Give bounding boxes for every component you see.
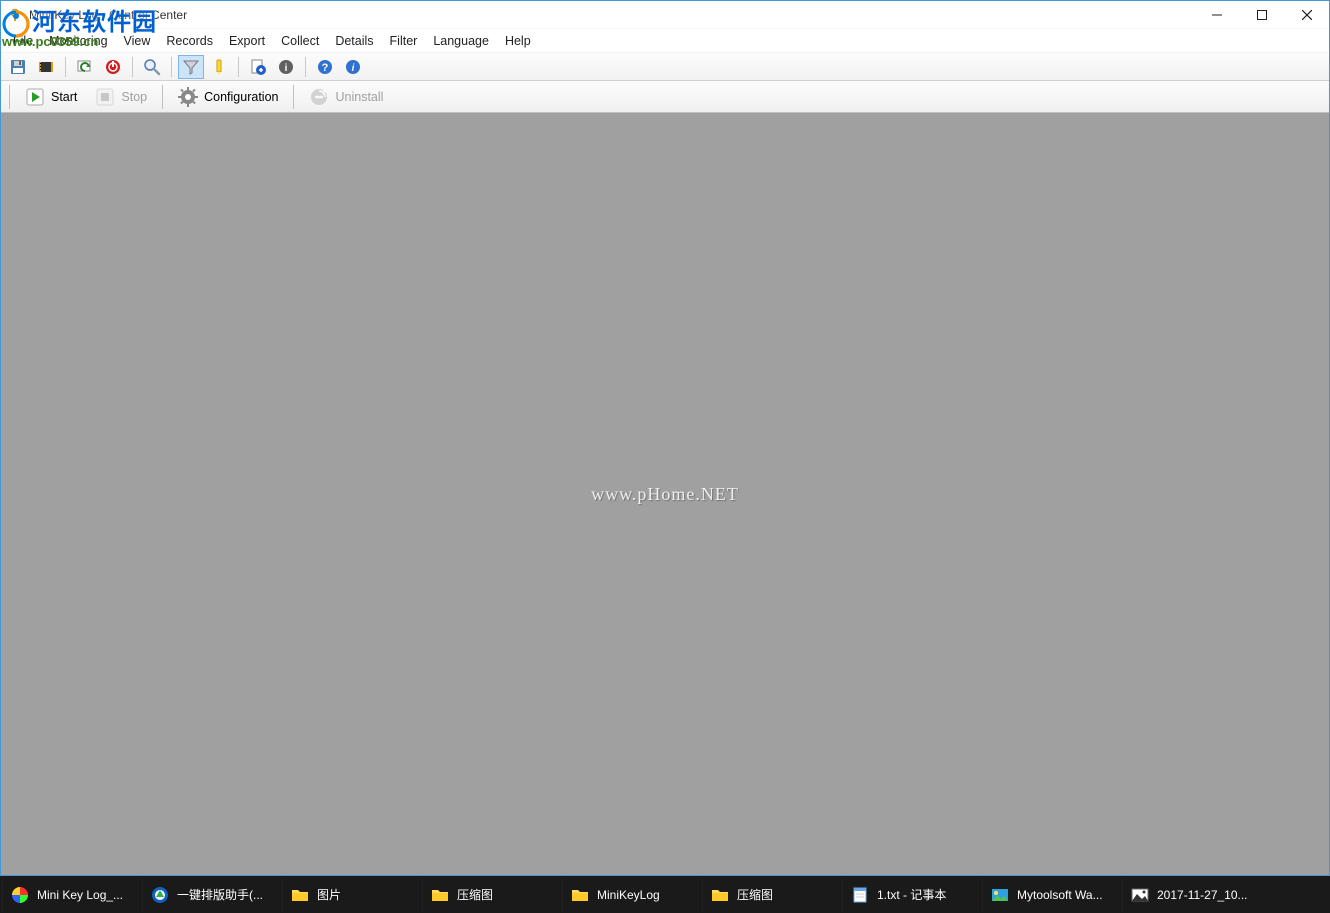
toolbar-separator [305, 57, 306, 77]
refresh-icon[interactable] [72, 55, 98, 79]
help-icon[interactable]: ? [312, 55, 338, 79]
icon-toolbar: i ? i [1, 53, 1329, 81]
stop-button[interactable]: Stop [88, 84, 154, 110]
taskbar-item[interactable]: 1.txt - 记事本 [842, 878, 982, 911]
photo-icon [1131, 886, 1149, 904]
menu-language[interactable]: Language [425, 31, 497, 51]
stop-label: Stop [121, 90, 147, 104]
toolbar-separator [162, 85, 163, 109]
menu-view[interactable]: View [116, 31, 159, 51]
save-icon[interactable] [5, 55, 31, 79]
close-button[interactable] [1284, 1, 1329, 28]
configuration-button[interactable]: Configuration [171, 84, 285, 110]
minimize-button[interactable] [1194, 1, 1239, 28]
configuration-label: Configuration [204, 90, 278, 104]
uninstall-button[interactable]: Uninstall [302, 84, 390, 110]
document-arrow-icon[interactable] [245, 55, 271, 79]
content-watermark: www.pHome.NET [591, 484, 739, 505]
taskbar-item[interactable]: 2017-11-27_10... [1122, 878, 1262, 911]
menu-collect[interactable]: Collect [273, 31, 327, 51]
folder-icon [291, 886, 309, 904]
taskbar-label: 1.txt - 记事本 [877, 886, 946, 903]
taskbar-item[interactable]: 图片 [282, 878, 422, 911]
app-window: Mini Key Log - Control Center File Monit… [0, 0, 1330, 876]
start-label: Start [51, 90, 77, 104]
svg-text:i: i [285, 63, 288, 74]
folder-icon [431, 886, 449, 904]
funnel-icon[interactable] [178, 55, 204, 79]
taskbar-item[interactable]: 一键排版助手(... [142, 878, 282, 911]
menu-file[interactable]: File [5, 31, 41, 51]
menu-records[interactable]: Records [158, 31, 221, 51]
film-icon[interactable] [33, 55, 59, 79]
window-title: Mini Key Log - Control Center [29, 8, 1194, 22]
folder-icon [571, 886, 589, 904]
taskbar-item[interactable]: 压缩图 [702, 878, 842, 911]
folder-icon [711, 886, 729, 904]
toolbar-separator [65, 57, 66, 77]
play-icon [25, 87, 45, 107]
taskbar-label: 压缩图 [457, 886, 493, 903]
taskbar-label: Mini Key Log_... [37, 888, 123, 902]
taskbar-label: MiniKeyLog [597, 888, 660, 902]
menu-export[interactable]: Export [221, 31, 273, 51]
menu-help[interactable]: Help [497, 31, 539, 51]
taskbar-item[interactable]: Mini Key Log_... [2, 878, 142, 911]
uninstall-icon [309, 87, 329, 107]
taskbar-label: 压缩图 [737, 886, 773, 903]
taskbar-item[interactable]: Mytoolsoft Wa... [982, 878, 1122, 911]
menu-filter[interactable]: Filter [382, 31, 426, 51]
menu-details[interactable]: Details [327, 31, 381, 51]
start-button[interactable]: Start [18, 84, 84, 110]
taskbar-item[interactable]: MiniKeyLog [562, 878, 702, 911]
about-icon[interactable]: i [340, 55, 366, 79]
taskbar-label: 一键排版助手(... [177, 886, 263, 903]
toolbar-separator [238, 57, 239, 77]
title-bar: Mini Key Log - Control Center [1, 1, 1329, 29]
content-area: www.pHome.NET [1, 113, 1329, 875]
uninstall-label: Uninstall [335, 90, 383, 104]
taskbar-item[interactable]: 压缩图 [422, 878, 562, 911]
menu-bar: File Monitoring View Records Export Coll… [1, 29, 1329, 53]
toolbar-separator [9, 85, 10, 109]
taskbar-label: 2017-11-27_10... [1157, 888, 1248, 902]
svg-text:i: i [352, 63, 355, 74]
power-icon[interactable] [100, 55, 126, 79]
app-icon [7, 7, 23, 23]
action-toolbar: Start Stop Configuration Uninstall [1, 81, 1329, 113]
toolbar-separator [293, 85, 294, 109]
maximize-button[interactable] [1239, 1, 1284, 28]
highlighter-icon[interactable] [206, 55, 232, 79]
taskbar: Mini Key Log_... 一键排版助手(... 图片 压缩图 MiniK… [0, 876, 1330, 913]
details-icon[interactable]: i [273, 55, 299, 79]
menu-monitoring[interactable]: Monitoring [41, 31, 115, 51]
browser-icon [151, 886, 169, 904]
gear-icon [178, 87, 198, 107]
svg-text:?: ? [322, 62, 329, 74]
image-app-icon [991, 886, 1009, 904]
stop-icon [95, 87, 115, 107]
toolbar-separator [171, 57, 172, 77]
taskbar-label: 图片 [317, 886, 341, 903]
color-circle-icon [11, 886, 29, 904]
zoom-icon[interactable] [139, 55, 165, 79]
taskbar-label: Mytoolsoft Wa... [1017, 888, 1103, 902]
notepad-icon [851, 886, 869, 904]
toolbar-separator [132, 57, 133, 77]
